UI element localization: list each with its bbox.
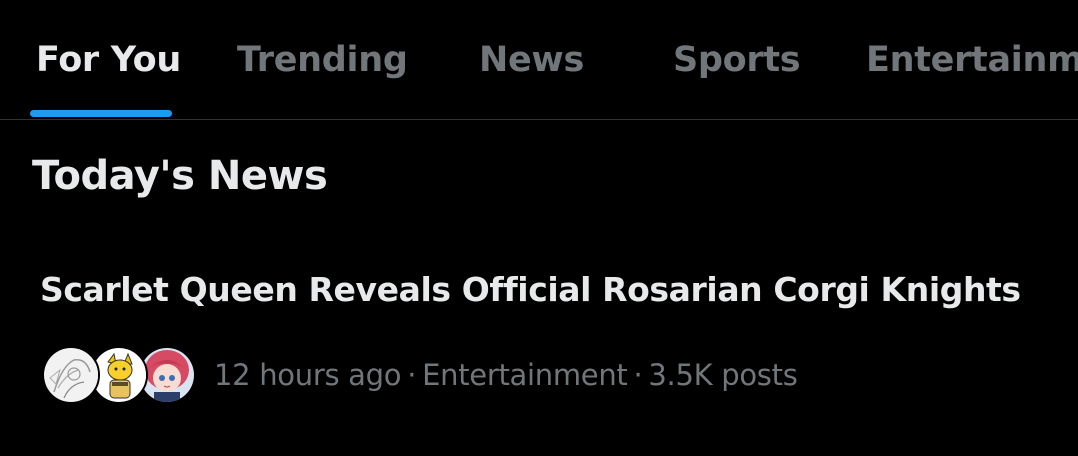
tab-trending[interactable]: Trending [237, 40, 408, 80]
tab-entertainment[interactable]: Entertainment [866, 40, 1078, 80]
news-meta: 12 hours ago · Entertainment · 3.5K posts [214, 358, 798, 392]
section-title: Today's News [32, 153, 328, 199]
meta-separator: · [633, 358, 643, 392]
news-time: 12 hours ago [214, 358, 402, 392]
tab-sports[interactable]: Sports [673, 40, 801, 80]
sketch-avatar [42, 346, 100, 404]
news-headline[interactable]: Scarlet Queen Reveals Official Rosarian … [40, 270, 1021, 309]
active-tab-indicator [30, 110, 172, 117]
news-post-count: 3.5K posts [648, 358, 798, 392]
tab-for-you[interactable]: For You [36, 40, 181, 80]
news-category: Entertainment [422, 358, 628, 392]
news-item[interactable]: Scarlet Queen Reveals Official Rosarian … [0, 250, 1078, 420]
meta-separator: · [407, 358, 417, 392]
avatar-stack [42, 346, 196, 404]
tab-news[interactable]: News [479, 40, 584, 80]
tab-bar: For You Trending News Sports Entertainme… [0, 0, 1078, 120]
